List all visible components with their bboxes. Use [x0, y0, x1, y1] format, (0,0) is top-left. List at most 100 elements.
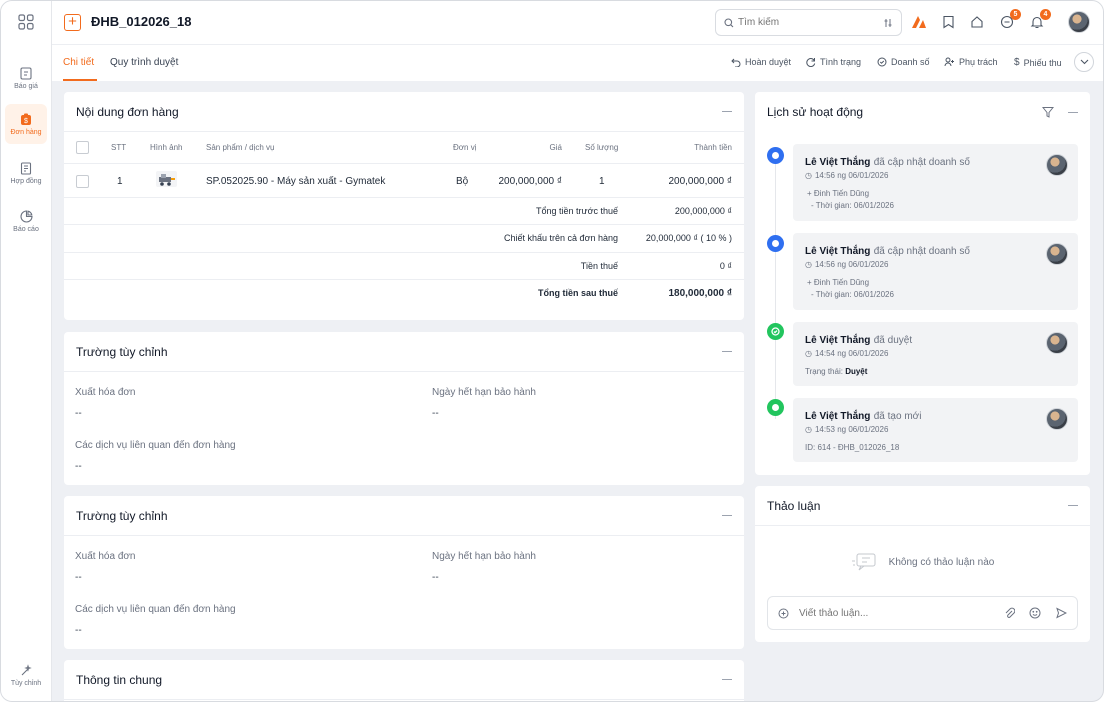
- product-thumbnail[interactable]: [156, 171, 177, 187]
- sales-button[interactable]: Doanh số: [877, 57, 930, 67]
- collapse-button[interactable]: [722, 515, 732, 516]
- collapse-button[interactable]: [722, 351, 732, 352]
- timeline-entry: Lê Việt Thắng đã cập nhật doanh số ◷ 14:5…: [793, 144, 1078, 221]
- app-frame: Báo giá $ Đơn hàng Hợp đồng Báo cáo Tùy …: [0, 0, 1104, 702]
- actor-avatar: [1046, 332, 1068, 354]
- field-value[interactable]: --: [75, 408, 82, 419]
- row-index: 1: [117, 176, 123, 187]
- sidebar-item-quote[interactable]: Báo giá: [5, 58, 47, 98]
- select-all-checkbox[interactable]: [76, 141, 89, 154]
- sidebar-item-label: Hợp đồng: [10, 177, 42, 185]
- summary-value: 180,000,000 ₫: [668, 288, 732, 299]
- discussion-composer: [767, 596, 1078, 630]
- unapprove-button[interactable]: Hoàn duyệt: [731, 57, 791, 67]
- clock-icon: ◷: [805, 260, 812, 269]
- apps-grid-icon[interactable]: [18, 14, 34, 30]
- field-value[interactable]: --: [75, 572, 82, 583]
- general-info-card: Thông tin chung: [64, 660, 744, 701]
- receipt-button[interactable]: $ Phiếu thu: [1014, 57, 1062, 68]
- column-header: Thành tiền: [694, 143, 732, 152]
- tabs-bar: Chi tiết Quy trình duyệt Hoàn duyệt Tình…: [52, 45, 1103, 81]
- status-label: Trạng thái:: [805, 367, 843, 376]
- status-value: Duyệt: [845, 367, 868, 376]
- sidebar-item-contract[interactable]: Hợp đồng: [5, 153, 47, 193]
- search-input[interactable]: [738, 17, 883, 28]
- clock-icon: ◷: [805, 171, 812, 180]
- clock-icon: ◷: [805, 425, 812, 434]
- check-circle-icon: [877, 57, 887, 67]
- status-button[interactable]: Tình trạng: [806, 57, 861, 67]
- user-avatar[interactable]: [1068, 11, 1090, 33]
- actor-name[interactable]: Lê Việt Thắng: [805, 335, 870, 346]
- tab-approval-process[interactable]: Quy trình duyệt: [110, 57, 178, 68]
- field-value[interactable]: --: [75, 461, 82, 472]
- chevron-down-icon: [1080, 59, 1088, 65]
- column-header: Hình ảnh: [150, 143, 183, 152]
- collapse-button[interactable]: [1068, 111, 1078, 113]
- summary-value: 200,000,000 ₫: [674, 206, 732, 216]
- brand-logo-icon[interactable]: [910, 13, 928, 31]
- field-label: Xuất hóa đơn: [75, 551, 136, 562]
- search-box[interactable]: [715, 9, 902, 36]
- empty-state: Không có thảo luận nào: [755, 552, 1090, 572]
- paperclip-icon[interactable]: [1004, 607, 1015, 619]
- summary-row: Chiết khấu trên cả đơn hàng 20,000,000 ₫…: [64, 225, 744, 253]
- field-value[interactable]: --: [75, 625, 82, 636]
- activity-action: đã duyệt: [873, 335, 913, 346]
- clock-icon: ◷: [805, 349, 812, 358]
- add-circle-icon[interactable]: [778, 608, 789, 619]
- activity-time: 14:53 ng 06/01/2026: [814, 425, 889, 434]
- table-row: 1 SP.052025.90 - Máy sản xuất - Gymatek …: [64, 164, 744, 198]
- collapse-button[interactable]: [722, 679, 732, 680]
- summary-label: Tổng tiền sau thuế: [538, 288, 618, 298]
- collapse-button[interactable]: [1068, 505, 1078, 506]
- messages-icon[interactable]: 5: [998, 9, 1021, 31]
- bell-icon[interactable]: 4: [1028, 9, 1051, 31]
- actor-name[interactable]: Lê Việt Thắng: [805, 246, 870, 257]
- activity-action: đã tạo mới: [873, 411, 922, 422]
- tab-details[interactable]: Chi tiết: [63, 57, 94, 68]
- user-add-icon: [944, 57, 954, 67]
- top-bar: + ĐHB_012026_18 5 4: [52, 1, 1103, 45]
- add-icon[interactable]: +: [64, 14, 81, 31]
- column-header: Sản phẩm / dịch vụ: [206, 143, 275, 152]
- timeline-line: [775, 154, 776, 419]
- filter-sliders-icon[interactable]: [883, 18, 893, 28]
- more-chevron-button[interactable]: [1074, 52, 1094, 72]
- sidebar-item-label: Báo cáo: [13, 225, 39, 233]
- notifications-badge: 4: [1040, 9, 1051, 20]
- product-name[interactable]: SP.052025.90 - Máy sản xuất - Gymatek: [206, 176, 385, 187]
- sidebar-item-orders[interactable]: $ Đơn hàng: [5, 104, 47, 144]
- discussion-input[interactable]: [799, 607, 1004, 619]
- dollar-icon: $: [1014, 57, 1020, 68]
- card-title: Lịch sử hoạt động: [767, 105, 864, 119]
- filter-icon[interactable]: [1042, 106, 1054, 118]
- actor-name[interactable]: Lê Việt Thắng: [805, 157, 870, 168]
- row-checkbox[interactable]: [76, 175, 89, 188]
- summary-value: 0 ₫: [719, 261, 732, 271]
- product-quantity: 1: [599, 176, 605, 187]
- sidebar-item-report[interactable]: Báo cáo: [5, 201, 47, 241]
- field-value[interactable]: --: [432, 572, 439, 583]
- summary-row: Tổng tiền trước thuế 200,000,000 ₫: [64, 198, 744, 225]
- field-value[interactable]: --: [432, 408, 439, 419]
- card-title: Thông tin chung: [76, 672, 163, 687]
- report-icon: [19, 209, 33, 223]
- collapse-button[interactable]: [722, 111, 732, 112]
- assignee-button[interactable]: Phụ trách: [944, 57, 998, 67]
- send-icon[interactable]: [1055, 607, 1067, 619]
- page-title: ĐHB_012026_18: [91, 14, 192, 29]
- actor-name[interactable]: Lê Việt Thắng: [805, 411, 870, 422]
- activity-detail: - Thời gian: 06/01/2026: [811, 201, 894, 210]
- sidebar-item-customize[interactable]: Tùy chỉnh: [5, 655, 47, 695]
- empty-message: Không có thảo luận nào: [888, 556, 995, 568]
- actor-avatar: [1046, 154, 1068, 176]
- activity-detail: + Đinh Tiến Dũng: [807, 189, 870, 198]
- activity-detail: - Thời gian: 06/01/2026: [811, 290, 894, 299]
- summary-label: Tổng tiền trước thuế: [536, 206, 618, 216]
- timeline-entry: Lê Việt Thắng đã duyệt ◷ 14:54 ng 06/01/2…: [793, 322, 1078, 386]
- emoji-icon[interactable]: [1029, 607, 1041, 619]
- home-icon[interactable]: [968, 13, 986, 31]
- card-title: Thảo luận: [767, 498, 821, 513]
- bookmark-icon[interactable]: [939, 13, 957, 31]
